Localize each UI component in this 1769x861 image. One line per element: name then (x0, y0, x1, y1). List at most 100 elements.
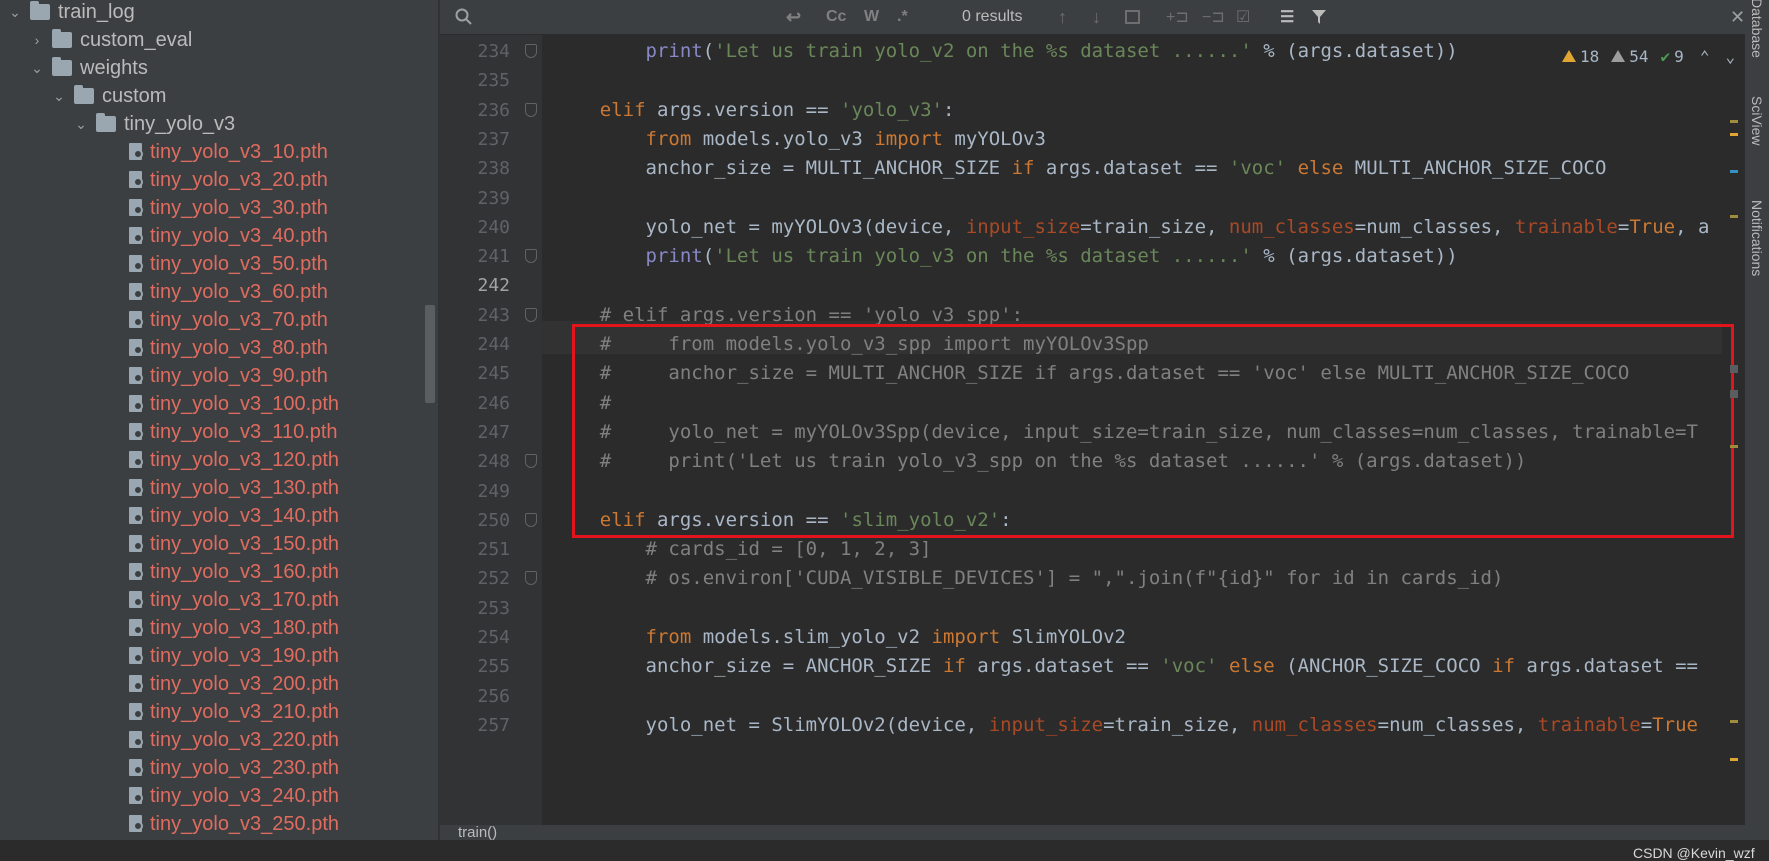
file-icon (128, 198, 144, 218)
tree-folder[interactable]: ⌄ train_log (0, 0, 135, 26)
tree-file[interactable]: tiny_yolo_v3_120.pth (0, 446, 339, 474)
sciview-tool-tab[interactable]: SciView (1749, 96, 1765, 146)
tree-file[interactable]: tiny_yolo_v3_30.pth (0, 194, 328, 222)
tree-file-label: tiny_yolo_v3_180.pth (150, 616, 340, 639)
code-line[interactable]: 252 # os.environ['CUDA_VISIBLE_DEVICES']… (440, 562, 1745, 595)
chevron-down-icon[interactable]: ⌄ (6, 4, 24, 21)
fold-marker-icon[interactable] (525, 102, 537, 117)
code-line[interactable]: 234 print('Let us train yolo_v2 on the %… (440, 35, 1745, 68)
fold-marker-icon[interactable] (525, 571, 537, 586)
tree-file[interactable]: tiny_yolo_v3_160.pth (0, 558, 339, 586)
code-line[interactable]: 236 elif args.version == 'yolo_v3': (440, 94, 1745, 127)
code-line[interactable]: 254 from models.slim_yolo_v2 import Slim… (440, 621, 1745, 654)
file-icon (128, 562, 144, 582)
tree-file-label: tiny_yolo_v3_50.pth (150, 252, 328, 275)
line-number: 257 (477, 714, 510, 736)
tree-file[interactable]: tiny_yolo_v3_150.pth (0, 530, 339, 558)
prev-occurrence-icon[interactable]: ↑ (1058, 0, 1067, 34)
fold-marker-icon[interactable] (525, 249, 537, 264)
filter-lines-icon[interactable]: ☰ (1280, 0, 1294, 34)
database-tool-tab[interactable]: Database (1749, 0, 1765, 58)
chevron-down-icon[interactable]: ⌄ (1725, 47, 1735, 66)
tree-file[interactable]: tiny_yolo_v3_60.pth (0, 278, 328, 306)
select-occurrences-icon[interactable]: ☑ (1236, 0, 1250, 34)
tree-file[interactable]: tiny_yolo_v3_40.pth (0, 222, 328, 250)
file-icon (128, 282, 144, 302)
next-occurrence-icon[interactable]: ↓ (1092, 0, 1101, 34)
line-number: 243 (477, 304, 510, 326)
tree-file[interactable]: tiny_yolo_v3_100.pth (0, 390, 339, 418)
tree-file[interactable]: tiny_yolo_v3_230.pth (0, 754, 339, 782)
words-toggle[interactable]: W (864, 0, 879, 34)
code-line[interactable]: 251 # cards_id = [0, 1, 2, 3] (440, 533, 1745, 566)
tree-file[interactable]: tiny_yolo_v3_90.pth (0, 362, 328, 390)
file-icon (128, 506, 144, 526)
code-line[interactable]: 253 (440, 592, 1745, 625)
filter-icon[interactable] (1310, 0, 1328, 34)
file-icon (128, 646, 144, 666)
tree-file[interactable]: tiny_yolo_v3_190.pth (0, 642, 339, 670)
watermark: CSDN @Kevin_wzf (1633, 845, 1755, 861)
chevron-down-icon[interactable]: ⌄ (72, 116, 90, 133)
inspections-widget[interactable]: 18 54 ✔ 9 ⌃ ⌄ (1562, 45, 1735, 67)
code-line[interactable]: 239 (440, 182, 1745, 215)
code-line[interactable]: 240 yolo_net = myYOLOv3(device, input_si… (440, 211, 1745, 244)
tree-file[interactable]: tiny_yolo_v3_10.pth (0, 138, 328, 166)
code-text: anchor_size = MULTI_ANCHOR_SIZE if args.… (554, 157, 1607, 180)
code-line[interactable]: 235 (440, 64, 1745, 97)
fold-marker-icon[interactable] (525, 307, 537, 322)
tree-file[interactable]: tiny_yolo_v3_140.pth (0, 502, 339, 530)
tree-file[interactable]: tiny_yolo_v3_220.pth (0, 726, 339, 754)
notifications-tool-tab[interactable]: Notifications (1749, 200, 1765, 276)
tree-file[interactable]: tiny_yolo_v3_240.pth (0, 782, 339, 810)
code-line[interactable]: 237 from models.yolo_v3 import myYOLOv3 (440, 123, 1745, 156)
tree-file[interactable]: tiny_yolo_v3_80.pth (0, 334, 328, 362)
tree-file[interactable]: tiny_yolo_v3_50.pth (0, 250, 328, 278)
tree-folder[interactable]: ⌄ tiny_yolo_v3 (0, 110, 235, 138)
line-number: 253 (477, 597, 510, 619)
code-line[interactable]: 257 yolo_net = SlimYOLOv2(device, input_… (440, 709, 1745, 742)
tree-file[interactable]: tiny_yolo_v3_20.pth (0, 166, 328, 194)
fold-marker-icon[interactable] (525, 44, 537, 58)
chevron-right-icon[interactable]: › (28, 32, 46, 48)
tree-file[interactable]: tiny_yolo_v3_200.pth (0, 670, 339, 698)
code-line[interactable]: 238 anchor_size = MULTI_ANCHOR_SIZE if a… (440, 152, 1745, 185)
tree-folder[interactable]: ⌄ weights (0, 54, 148, 82)
code-line[interactable]: 241 print('Let us train yolo_v3 on the %… (440, 240, 1745, 273)
chevron-up-icon[interactable]: ⌃ (1700, 47, 1710, 66)
line-number: 248 (477, 451, 510, 473)
regex-toggle[interactable]: .* (897, 0, 908, 34)
chevron-down-icon[interactable]: ⌄ (50, 88, 68, 105)
tree-file-label: tiny_yolo_v3_210.pth (150, 700, 340, 723)
breadcrumb-bar: train() (440, 825, 1745, 840)
line-number: 240 (477, 216, 510, 238)
tree-file[interactable]: tiny_yolo_v3_130.pth (0, 474, 339, 502)
tree-folder[interactable]: › custom_eval (0, 26, 193, 54)
tree-file-label: tiny_yolo_v3_230.pth (150, 756, 340, 779)
match-case-toggle[interactable]: Cc (826, 0, 846, 34)
project-tree[interactable]: ⌄ train_log › custom_eval ⌄ weights ⌄ custom ⌄ ti… (0, 0, 438, 840)
select-all-icon[interactable] (1124, 0, 1142, 34)
tree-file[interactable]: tiny_yolo_v3_110.pth (0, 418, 338, 446)
new-line-icon[interactable]: ↩ (786, 0, 801, 34)
code-line[interactable]: 255 anchor_size = ANCHOR_SIZE if args.da… (440, 650, 1745, 683)
tree-file[interactable]: tiny_yolo_v3_250.pth (0, 810, 339, 838)
chevron-down-icon[interactable]: ⌄ (28, 60, 46, 77)
breadcrumb[interactable]: train() (458, 825, 497, 840)
line-number: 234 (477, 41, 510, 62)
tree-scrollbar[interactable] (425, 305, 435, 403)
code-line[interactable]: 242 (440, 269, 1745, 302)
remove-occurrence-icon[interactable]: −⊐ (1202, 0, 1225, 34)
tree-folder[interactable]: ⌄ custom (0, 82, 166, 110)
search-icon[interactable] (454, 0, 474, 34)
code-line[interactable]: 256 (440, 680, 1745, 713)
fold-marker-icon[interactable] (525, 512, 537, 527)
add-occurrence-icon[interactable]: +⊐ (1166, 0, 1189, 34)
tree-file[interactable]: tiny_yolo_v3_210.pth (0, 698, 339, 726)
close-icon[interactable]: ✕ (1730, 0, 1745, 34)
fold-marker-icon[interactable] (525, 454, 537, 469)
tree-file[interactable]: tiny_yolo_v3_170.pth (0, 586, 339, 614)
tree-file[interactable]: tiny_yolo_v3_180.pth (0, 614, 339, 642)
tree-file[interactable]: tiny_yolo_v3_70.pth (0, 306, 328, 334)
tree-file-label: tiny_yolo_v3_160.pth (150, 560, 340, 583)
